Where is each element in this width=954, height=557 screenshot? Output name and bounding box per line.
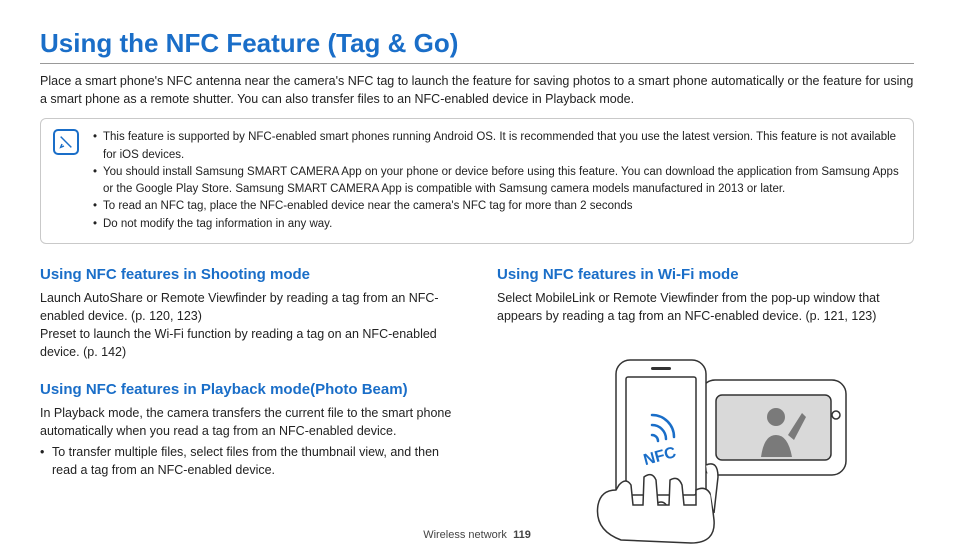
wifi-mode-title: Using NFC features in Wi-Fi mode [497, 266, 914, 283]
note-list: This feature is supported by NFC-enabled… [93, 129, 899, 233]
page-footer: Wireless network 119 [0, 529, 954, 541]
playback-mode-body: In Playback mode, the camera transfers t… [40, 404, 457, 479]
body-text: Preset to launch the Wi-Fi function by r… [40, 325, 457, 361]
note-item: You should install Samsung SMART CAMERA … [93, 164, 899, 199]
nfc-illustration: NFC [497, 345, 914, 545]
body-text: In Playback mode, the camera transfers t… [40, 404, 457, 440]
intro-paragraph: Place a smart phone's NFC antenna near t… [40, 72, 914, 108]
right-column: Using NFC features in Wi-Fi mode Select … [497, 266, 914, 545]
shooting-mode-body: Launch AutoShare or Remote Viewfinder by… [40, 289, 457, 362]
body-text: Select MobileLink or Remote Viewfinder f… [497, 289, 914, 325]
playback-bullet-list: To transfer multiple files, select files… [40, 443, 457, 479]
body-text: Launch AutoShare or Remote Viewfinder by… [40, 289, 457, 325]
shooting-mode-title: Using NFC features in Shooting mode [40, 266, 457, 283]
note-item: This feature is supported by NFC-enabled… [93, 129, 899, 164]
page-title: Using the NFC Feature (Tag & Go) [40, 28, 914, 59]
footer-section: Wireless network [423, 529, 507, 541]
content-columns: Using NFC features in Shooting mode Laun… [40, 266, 914, 545]
left-column: Using NFC features in Shooting mode Laun… [40, 266, 457, 545]
playback-mode-title: Using NFC features in Playback mode(Phot… [40, 381, 457, 398]
note-item: To read an NFC tag, place the NFC-enable… [93, 198, 899, 215]
bullet-item: To transfer multiple files, select files… [40, 443, 457, 479]
note-item: Do not modify the tag information in any… [93, 216, 899, 233]
camera-outline [701, 380, 846, 475]
note-icon [53, 129, 79, 155]
wifi-mode-body: Select MobileLink or Remote Viewfinder f… [497, 289, 914, 325]
title-rule [40, 63, 914, 64]
footer-page-number: 119 [513, 529, 531, 541]
note-box: This feature is supported by NFC-enabled… [40, 118, 914, 244]
